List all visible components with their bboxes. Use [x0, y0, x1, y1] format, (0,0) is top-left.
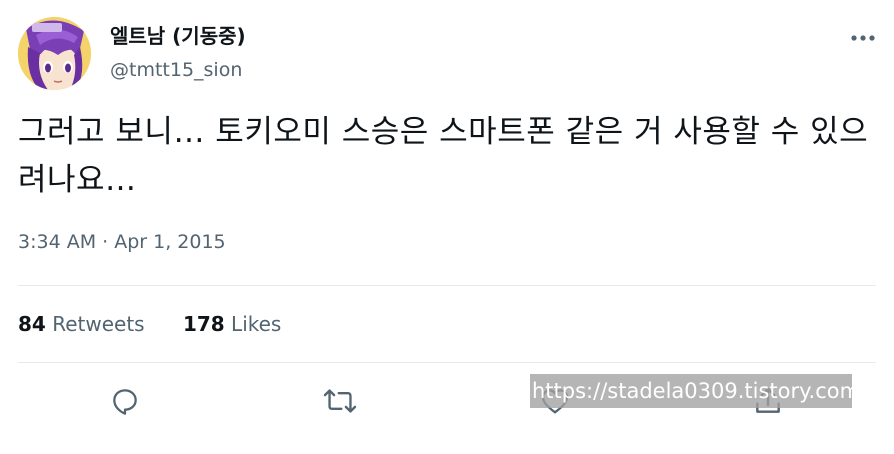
likes-label: Likes	[231, 312, 282, 336]
tweet-card: 엘트남 (기동중) @tmtt15_sion 그러고 보니… 토키오미 스승은 …	[0, 0, 894, 454]
author-names: 엘트남 (기동중) @tmtt15_sion	[110, 22, 246, 84]
avatar[interactable]	[18, 17, 91, 90]
watermark-url: https://stadela0309.tistory.com	[530, 374, 852, 408]
reply-icon[interactable]	[100, 376, 150, 426]
tweet-timestamp[interactable]: 3:34 AM · Apr 1, 2015	[18, 228, 226, 256]
divider-top	[18, 285, 876, 286]
retweets-count: 84	[18, 312, 46, 336]
engagement-stats: 84 Retweets 178 Likes	[18, 309, 313, 339]
likes-count: 178	[182, 312, 225, 336]
tweet-text: 그러고 보니… 토키오미 스승은 스마트폰 같은 거 사용할 수 있으려나요…	[18, 114, 869, 198]
likes-stat[interactable]: 178 Likes	[183, 309, 281, 339]
divider-bottom	[18, 362, 876, 363]
tweet-header: 엘트남 (기동중) @tmtt15_sion	[18, 17, 878, 91]
more-horizontal-icon[interactable]	[848, 23, 878, 53]
retweets-stat[interactable]: 84 Retweets	[18, 309, 145, 339]
retweets-label: Retweets	[52, 312, 145, 336]
retweet-icon[interactable]	[315, 376, 365, 426]
user-handle[interactable]: @tmtt15_sion	[110, 56, 246, 84]
display-name[interactable]: 엘트남 (기동중)	[110, 22, 246, 50]
